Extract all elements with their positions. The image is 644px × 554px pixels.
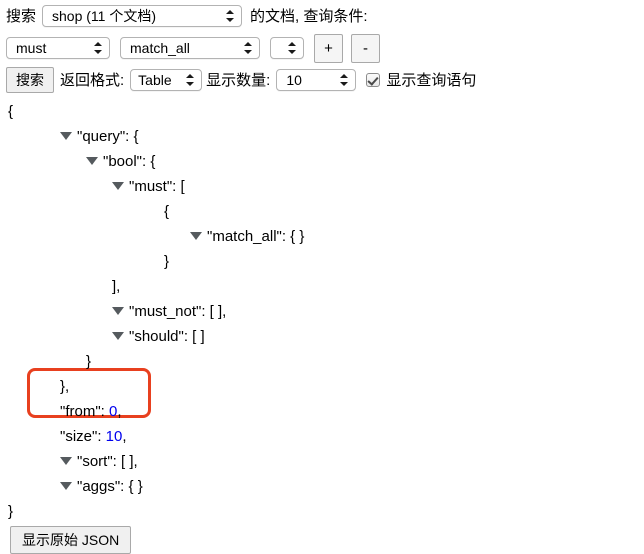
- json-text: {: [8, 103, 14, 120]
- search-button[interactable]: 搜索: [6, 67, 54, 93]
- json-line: "must": [: [8, 174, 644, 199]
- json-line: "size": 10,: [8, 424, 644, 449]
- query-type-select-value: match_all: [130, 40, 190, 56]
- query-builder-toolbar: 搜索 shop (11 个文档) 的文档, 查询条件: must match_a…: [0, 0, 644, 96]
- json-text: ,: [122, 428, 127, 445]
- json-text: },: [60, 378, 70, 395]
- stepper-arrows-icon: [186, 73, 195, 87]
- add-condition-button[interactable]: +: [314, 33, 343, 63]
- json-line: "query": {: [8, 124, 644, 149]
- json-text: "aggs": { }: [77, 478, 143, 495]
- json-text: "should": [ ]: [129, 328, 205, 345]
- json-line: "should": [ ]: [8, 324, 644, 349]
- size-select-value: 10: [286, 72, 302, 88]
- json-text: "bool": {: [103, 153, 156, 170]
- search-prefix-label: 搜索: [6, 7, 37, 25]
- index-select[interactable]: shop (11 个文档): [42, 5, 243, 27]
- show-query-label: 显示查询语句: [386, 71, 477, 89]
- json-text: "sort": [ ],: [77, 453, 138, 470]
- json-line: {: [8, 99, 644, 124]
- json-text: }: [8, 503, 14, 520]
- json-line: "match_all": { }: [8, 224, 644, 249]
- json-text: "query": {: [77, 128, 139, 145]
- format-select-value: Table: [138, 72, 172, 88]
- json-line: ],: [8, 274, 644, 299]
- index-select-value: shop (11 个文档): [52, 8, 157, 24]
- json-line: "sort": [ ],: [8, 449, 644, 474]
- json-text: "match_all": { }: [207, 228, 305, 245]
- json-text: ],: [112, 278, 121, 295]
- size-select[interactable]: 10: [276, 69, 357, 91]
- size-label: 显示数量:: [206, 71, 271, 89]
- json-number-value: 10: [105, 428, 123, 445]
- collapse-triangle-icon[interactable]: [112, 307, 124, 316]
- stepper-arrows-icon: [288, 41, 297, 55]
- json-line: }: [8, 249, 644, 274]
- json-line: "aggs": { }: [8, 474, 644, 499]
- format-select[interactable]: Table: [130, 69, 203, 91]
- format-label: 返回格式:: [60, 71, 125, 89]
- json-line: }: [8, 349, 644, 374]
- json-text: "size":: [60, 428, 106, 445]
- occur-select[interactable]: must: [6, 37, 110, 59]
- collapse-triangle-icon[interactable]: [60, 457, 72, 466]
- json-text: }: [164, 253, 170, 270]
- collapse-triangle-icon[interactable]: [112, 182, 124, 191]
- occur-select-value: must: [16, 40, 47, 56]
- collapse-triangle-icon[interactable]: [60, 482, 72, 491]
- json-line: "from": 0,: [8, 399, 644, 424]
- json-line: },: [8, 374, 644, 399]
- footer: 显示原始 JSON: [0, 524, 644, 554]
- json-line: "must_not": [ ],: [8, 299, 644, 324]
- checkmark-icon: [366, 73, 381, 87]
- stepper-arrows-icon: [226, 9, 235, 23]
- json-line: {: [8, 199, 644, 224]
- collapse-triangle-icon[interactable]: [190, 232, 202, 241]
- field-select[interactable]: [270, 37, 304, 59]
- show-raw-json-button[interactable]: 显示原始 JSON: [10, 526, 132, 554]
- collapse-triangle-icon[interactable]: [60, 132, 72, 141]
- json-text: {: [164, 203, 170, 220]
- json-text: "must_not": [ ],: [129, 303, 227, 320]
- toolbar-row-index: 搜索 shop (11 个文档) 的文档, 查询条件:: [6, 0, 644, 32]
- toolbar-row-options: 搜索 返回格式: Table 显示数量: 10 显示查询语句: [6, 64, 644, 96]
- collapse-triangle-icon[interactable]: [86, 157, 98, 166]
- collapse-triangle-icon[interactable]: [112, 332, 124, 341]
- json-line: }: [8, 499, 644, 524]
- json-text: }: [86, 353, 92, 370]
- json-text: ,: [117, 403, 122, 420]
- json-line: "bool": {: [8, 149, 644, 174]
- json-text: "from":: [60, 403, 109, 420]
- stepper-arrows-icon: [340, 73, 349, 87]
- query-json-tree: { "query": { "bool": { "must": [ { "match_all…: [0, 96, 644, 524]
- stepper-arrows-icon: [244, 41, 253, 55]
- query-condition-label: 的文档, 查询条件:: [250, 7, 368, 25]
- json-text: "must": [: [129, 178, 185, 195]
- remove-condition-button[interactable]: -: [351, 33, 380, 63]
- stepper-arrows-icon: [94, 41, 103, 55]
- show-query-checkbox[interactable]: 显示查询语句: [366, 73, 476, 88]
- toolbar-row-condition: must match_all + -: [6, 32, 644, 64]
- query-type-select[interactable]: match_all: [120, 37, 260, 59]
